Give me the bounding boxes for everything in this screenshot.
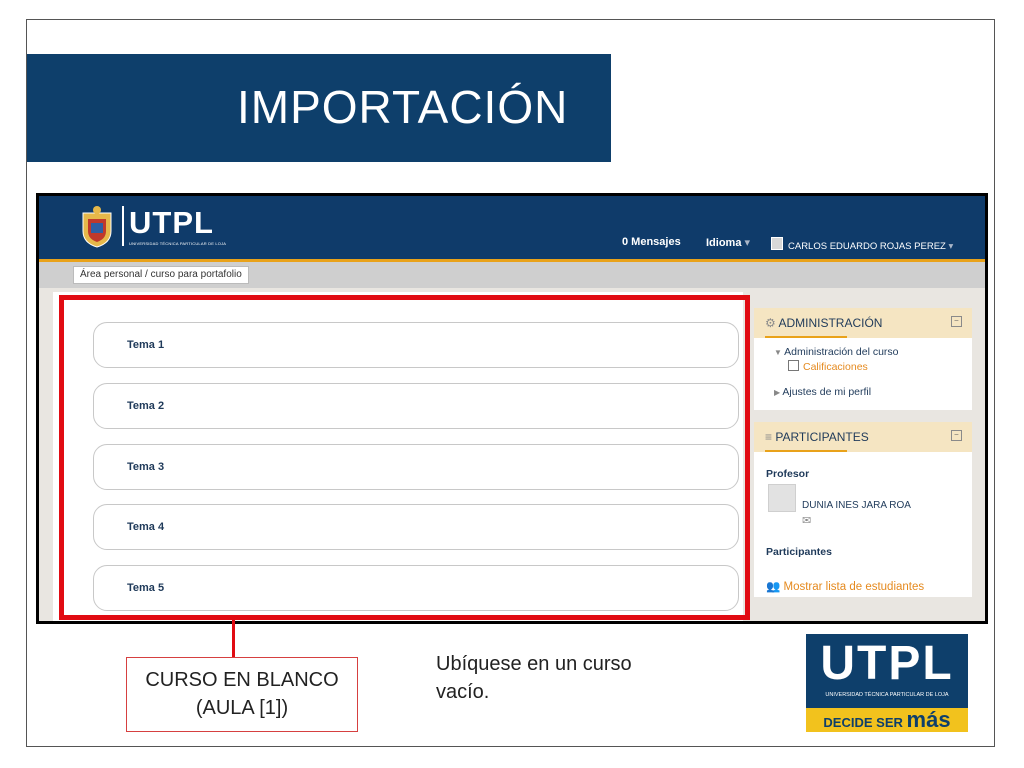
avatar[interactable] (768, 484, 796, 512)
admin-block-title-text: ADMINISTRACIÓN (778, 316, 883, 330)
admin-block-header: ⚙ ADMINISTRACIÓN – (754, 308, 972, 338)
table-icon (788, 360, 799, 371)
caption-line2: vacío. (436, 681, 490, 703)
brand-slogan: DECIDE SER más (806, 708, 968, 732)
highlight-frame (59, 295, 750, 620)
user-icon (771, 237, 783, 250)
instruction-caption: Ubíquese en un curso vacío. (436, 650, 736, 706)
utpl-brand-logo: UTPL UNIVERSIDAD TÉCNICA PARTICULAR DE L… (806, 634, 968, 732)
course-admin-item[interactable]: ▼ Administración del curso (774, 346, 899, 358)
breadcrumb: Área personal / curso para portafolio (73, 266, 249, 284)
brand-subtitle: UNIVERSIDAD TÉCNICA PARTICULAR DE LOJA (825, 692, 949, 698)
envelope-icon[interactable]: ✉ (802, 514, 811, 527)
language-label: Idioma (706, 237, 742, 249)
logo-separator (122, 206, 124, 246)
caption-line1: Ubíquese en un curso (436, 653, 632, 675)
menu-lines-icon: ≡ (765, 430, 776, 444)
teacher-label: Profesor (766, 468, 810, 480)
participants-block-title: ≡ PARTICIPANTES (765, 430, 869, 444)
collapse-icon[interactable]: – (951, 316, 962, 327)
grades-link[interactable]: Calificaciones (788, 360, 868, 373)
admin-block-title: ⚙ ADMINISTRACIÓN (765, 316, 882, 330)
breadcrumb-course[interactable]: curso para portafolio (151, 269, 242, 280)
show-students-label: Mostrar lista de estudiantes (783, 581, 925, 593)
admin-block: ⚙ ADMINISTRACIÓN – ▼ Administración del … (754, 308, 972, 410)
breadcrumb-separator: / (145, 269, 148, 280)
grades-label: Calificaciones (803, 361, 868, 373)
course-admin-label: Administración del curso (784, 346, 899, 358)
callout-box: CURSO EN BLANCO (AULA [1]) (126, 657, 358, 732)
participants-block: ≡ PARTICIPANTES – Profesor DUNIA INES JA… (754, 422, 972, 597)
utpl-crest-icon[interactable] (79, 205, 115, 249)
callout-connector (232, 620, 235, 658)
show-students-link[interactable]: 👥 Mostrar lista de estudiantes (766, 579, 924, 593)
slogan-mas: más (906, 707, 951, 732)
slide-title-banner: IMPORTACIÓN (27, 54, 611, 162)
profile-settings-item[interactable]: ▶ Ajustes de mi perfil (774, 386, 871, 398)
breadcrumb-bar: Área personal / curso para portafolio (39, 262, 985, 288)
collapse-icon[interactable]: – (951, 430, 962, 441)
group-icon: 👥 (766, 581, 784, 593)
messages-link[interactable]: 0 Mensajes (622, 236, 681, 248)
user-name: CARLOS EDUARDO ROJAS PEREZ (788, 241, 946, 252)
chevron-down-icon: ▾ (744, 237, 751, 249)
triangle-down-icon: ▼ (774, 348, 785, 357)
block-underline (765, 450, 847, 452)
callout-line2: (AULA [1]) (195, 697, 289, 719)
language-menu[interactable]: Idioma ▾ (706, 236, 750, 249)
callout-line1: CURSO EN BLANCO (145, 669, 339, 691)
slogan-prefix: DECIDE SER (823, 715, 903, 730)
participants-label: Participantes (766, 546, 832, 558)
breadcrumb-home[interactable]: Área personal (80, 269, 142, 280)
gear-icon: ⚙ (765, 316, 779, 330)
brand-name: UTPL (820, 637, 954, 690)
block-underline (765, 336, 847, 338)
teacher-name[interactable]: DUNIA INES JARA ROA (802, 500, 911, 511)
slide-title: IMPORTACIÓN (237, 81, 569, 133)
top-navbar: UTPL UNIVERSIDAD TÉCNICA PARTICULAR DE L… (39, 196, 985, 262)
utpl-logo-subtitle: UNIVERSIDAD TÉCNICA PARTICULAR DE LOJA (129, 241, 227, 246)
participants-block-header: ≡ PARTICIPANTES – (754, 422, 972, 452)
utpl-logo-text[interactable]: UTPL (129, 205, 214, 241)
chevron-down-icon: ▾ (945, 241, 954, 252)
user-menu[interactable]: CARLOS EDUARDO ROJAS PEREZ ▾ (771, 237, 953, 252)
participants-block-title-text: PARTICIPANTES (775, 430, 869, 444)
profile-settings-label: Ajustes de mi perfil (782, 386, 872, 398)
